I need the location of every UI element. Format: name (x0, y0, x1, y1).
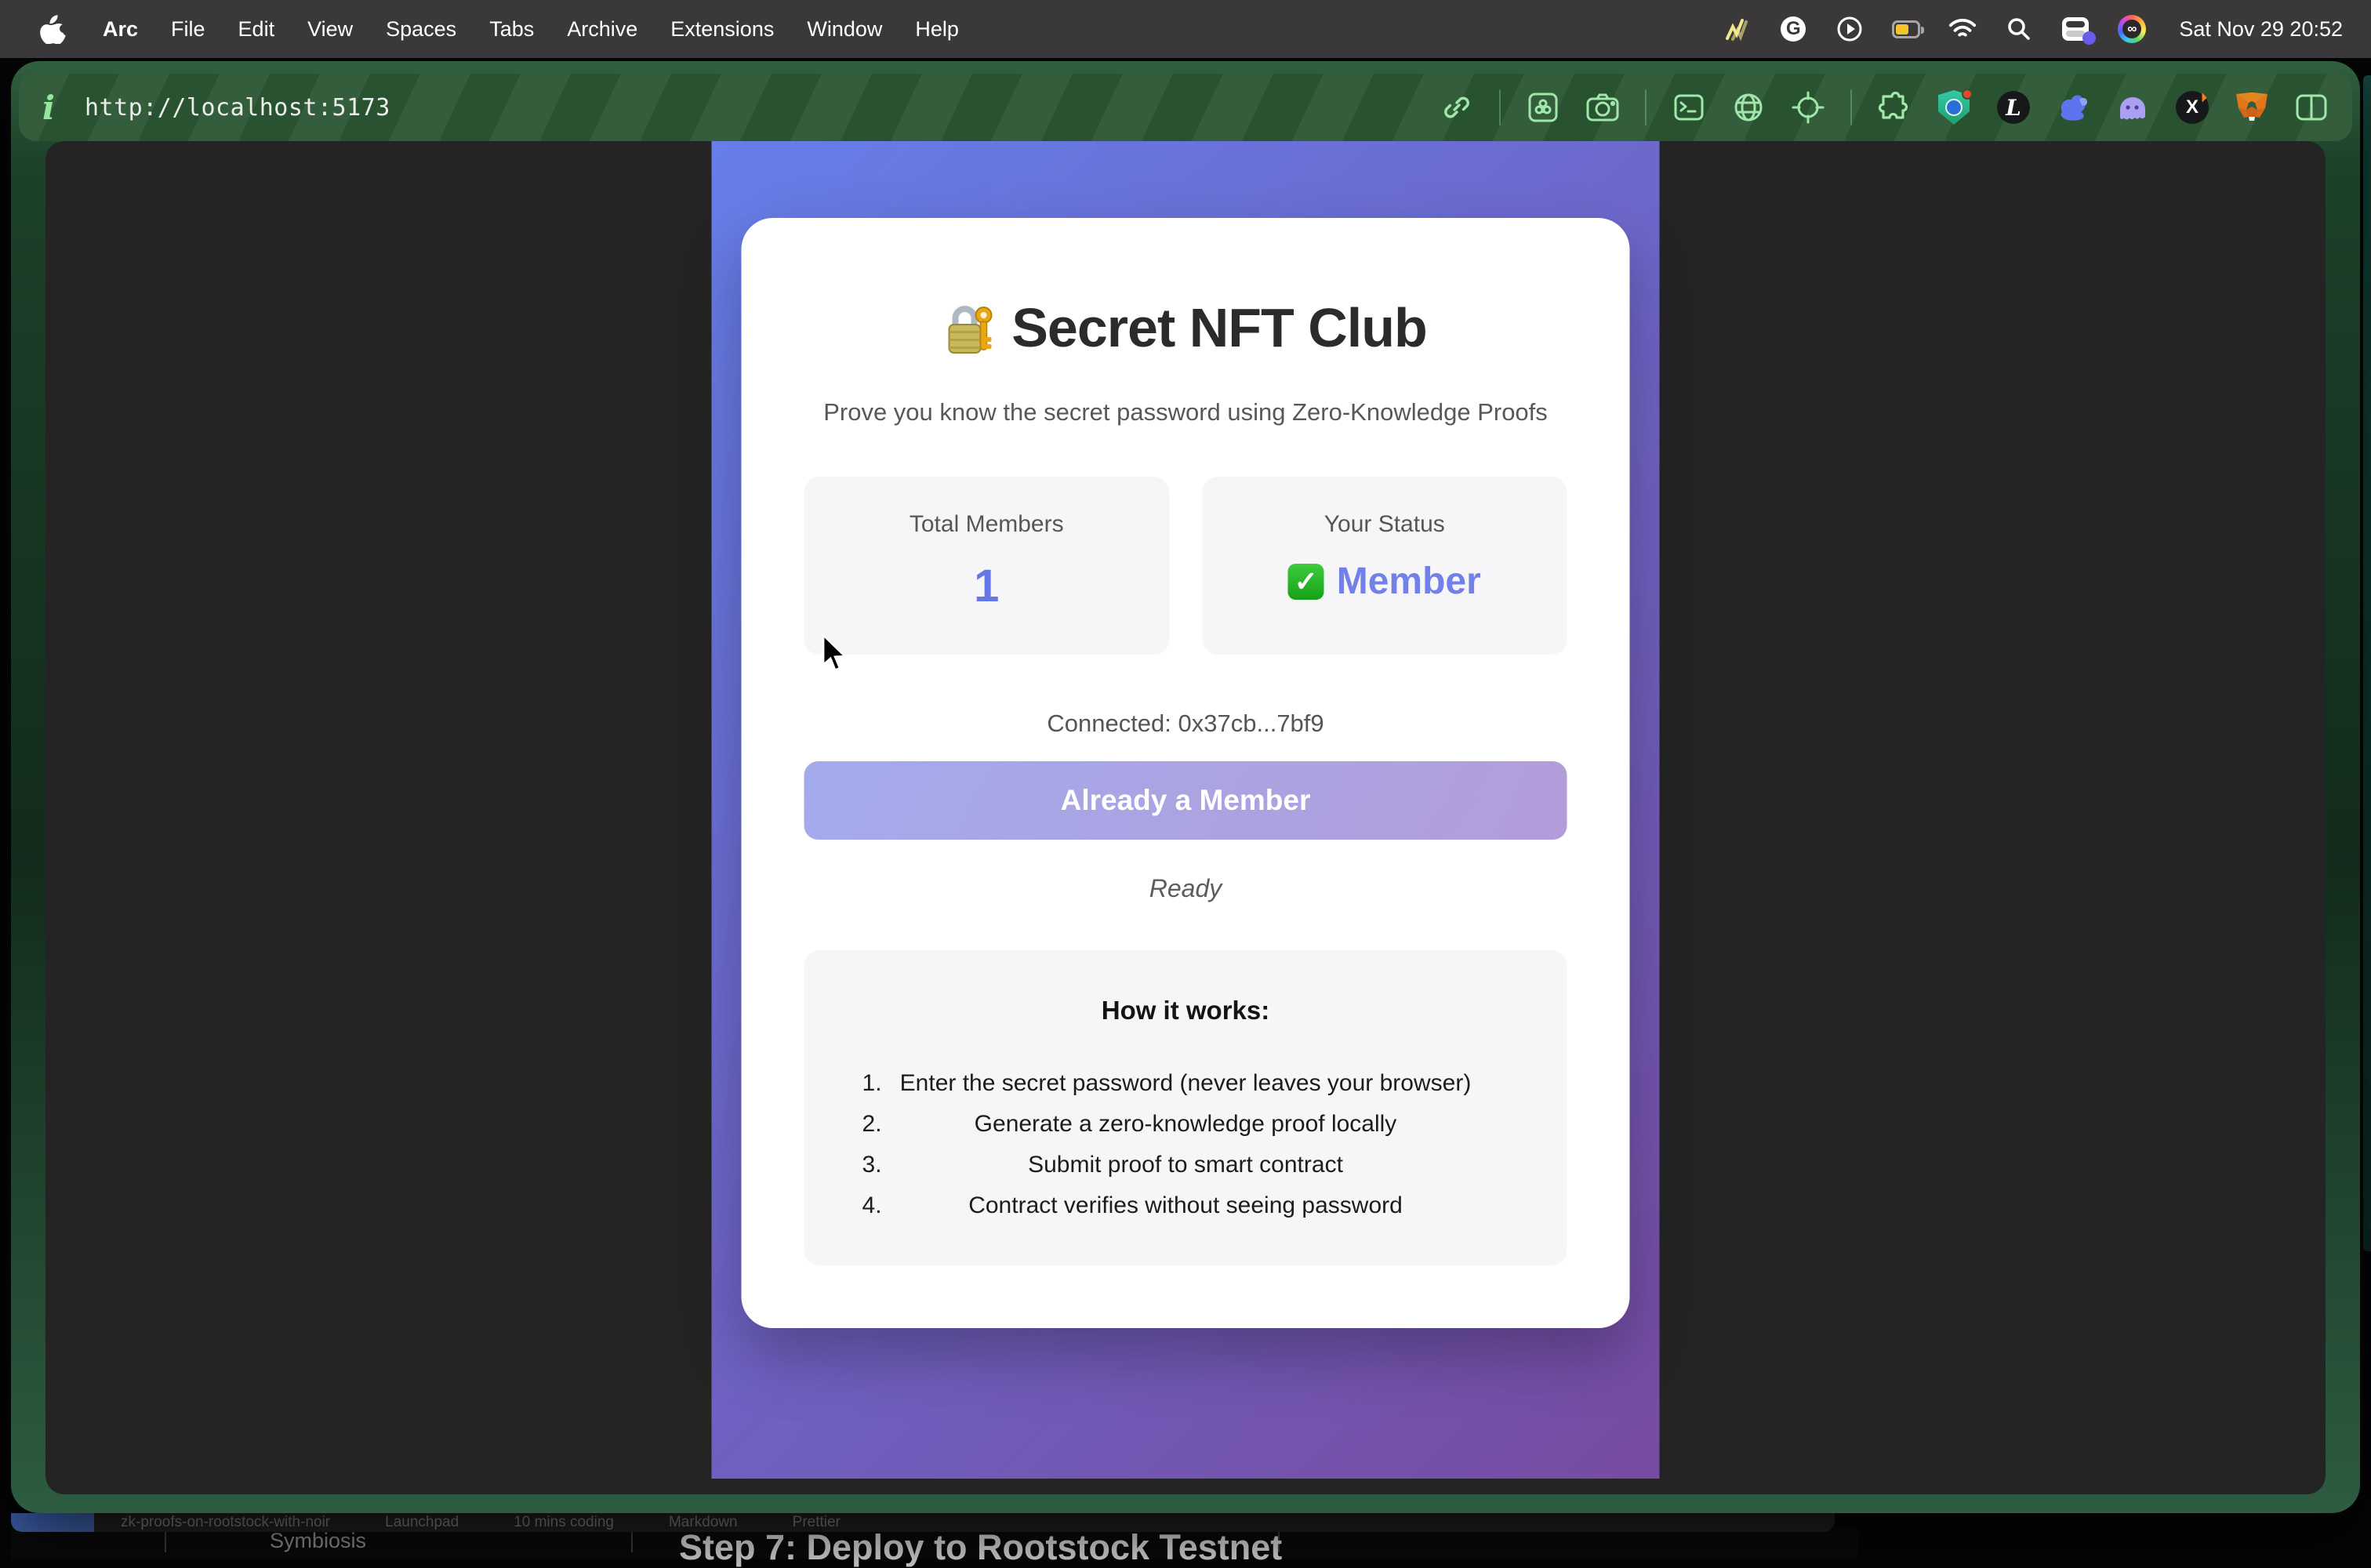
statusbar-item: Markdown (669, 1514, 738, 1531)
background-document-strip: Symbiosis Step 7: Deploy to Rootstock Te… (11, 1527, 1858, 1559)
url-text[interactable]: http://localhost:5173 (85, 94, 390, 122)
browser-toolbar: i http://localhost:5173 (19, 74, 2352, 141)
member-status-value: ✓ Member (1210, 560, 1559, 603)
phantom-wallet-icon[interactable] (2115, 90, 2150, 125)
address-bar[interactable]: i http://localhost:5173 (42, 89, 390, 127)
stocks-chart-icon[interactable] (1723, 15, 1751, 43)
status-text: Ready (804, 874, 1567, 903)
total-members-card: Total Members 1 (804, 477, 1170, 655)
already-member-button[interactable]: Already a Member (804, 761, 1567, 840)
background-editor-statusbar: zk-proofs-on-rootstock-with-noir Launchp… (11, 1513, 1835, 1532)
your-status-card: Your Status ✓ Member (1202, 477, 1567, 655)
menu-item-view[interactable]: View (291, 17, 369, 42)
connected-wallet-address: Connected: 0x37cb...7bf9 (804, 710, 1567, 738)
total-members-value: 1 (812, 560, 1162, 612)
globe-icon[interactable] (1731, 90, 1766, 125)
stat-label: Total Members (812, 511, 1162, 538)
page-subtitle: Prove you know the secret password using… (804, 398, 1567, 426)
split-view-icon[interactable] (2294, 90, 2329, 125)
record-ring-icon[interactable]: ∞ (2118, 15, 2146, 43)
how-step: Contract verifies without seeing passwor… (841, 1185, 1531, 1226)
picture-in-picture-icon[interactable] (1526, 90, 1560, 125)
zk-app-card: Secret NFT Club Prove you know the secre… (742, 218, 1630, 1328)
adblock-shield-icon[interactable] (1937, 90, 1971, 125)
menu-item-edit[interactable]: Edit (222, 17, 292, 42)
menu-item-archive[interactable]: Archive (550, 17, 654, 42)
how-it-works-heading: How it works: (841, 996, 1531, 1025)
wifi-icon[interactable] (1948, 15, 1977, 43)
site-info-icon[interactable]: i (42, 89, 55, 127)
background-window-edge (2363, 75, 2371, 1251)
screenshot-camera-icon[interactable] (1585, 90, 1620, 125)
l-extension-icon[interactable]: L (1996, 90, 2031, 125)
control-center-icon[interactable] (2061, 15, 2090, 43)
git-branch-label: zk-proofs-on-rootstock-with-noir (121, 1514, 330, 1531)
browser-viewport: Secret NFT Club Prove you know the secre… (45, 141, 2326, 1494)
menu-item-tabs[interactable]: Tabs (473, 17, 550, 42)
how-step: Generate a zero-knowledge proof locally (841, 1104, 1531, 1145)
menu-item-window[interactable]: Window (790, 17, 899, 42)
okx-wallet-icon[interactable]: X (2175, 90, 2209, 125)
stats-row: Total Members 1 Your Status ✓ Member (804, 477, 1567, 655)
menu-clock[interactable]: Sat Nov 29 20:52 (2179, 17, 2343, 42)
zk-app-background: Secret NFT Club Prove you know the secre… (712, 141, 1660, 1479)
statusbar-item: Prettier (793, 1514, 841, 1531)
stat-label: Your Status (1210, 511, 1559, 538)
how-it-works-section: How it works: Enter the secret password … (804, 950, 1567, 1265)
extensions-puzzle-icon[interactable] (1877, 90, 1912, 125)
statusbar-item: Launchpad (385, 1514, 459, 1531)
menu-item-help[interactable]: Help (899, 17, 975, 42)
metamask-icon[interactable] (2235, 90, 2269, 125)
member-status-text: Member (1337, 560, 1481, 603)
menu-item-spaces[interactable]: Spaces (369, 17, 473, 42)
mouse-cursor (820, 633, 851, 681)
menu-item-extensions[interactable]: Extensions (654, 17, 790, 42)
menu-item-file[interactable]: File (154, 17, 222, 42)
battery-icon[interactable] (1892, 15, 1920, 43)
arc-browser-window: i http://localhost:5173 (11, 61, 2360, 1513)
document-heading: Step 7: Deploy to Rootstock Testnet (679, 1527, 1282, 1568)
remote-indicator (11, 1513, 94, 1532)
how-it-works-list: Enter the secret password (never leaves … (841, 1063, 1531, 1226)
element-picker-icon[interactable] (1791, 90, 1825, 125)
how-step: Submit proof to smart contract (841, 1145, 1531, 1185)
apple-logo-icon[interactable] (39, 14, 66, 44)
copy-link-icon[interactable] (1440, 90, 1474, 125)
locked-with-key-icon (944, 299, 994, 356)
statusbar-item: 10 mins coding (514, 1514, 614, 1531)
page-title: Secret NFT Club (1011, 296, 1427, 359)
table-cell-text: Symbiosis (270, 1529, 366, 1553)
check-mark-icon: ✓ (1288, 564, 1324, 600)
how-step: Enter the secret password (never leaves … (841, 1063, 1531, 1104)
rabby-wallet-icon[interactable] (2056, 90, 2090, 125)
play-circle-icon[interactable] (1835, 15, 1864, 43)
menu-app-name[interactable]: Arc (86, 17, 154, 42)
menu-bar: Arc File Edit View Spaces Tabs Archive E… (0, 0, 2371, 58)
grammarly-icon[interactable]: G (1779, 15, 1807, 43)
terminal-console-icon[interactable] (1672, 90, 1706, 125)
spotlight-search-icon[interactable] (2005, 15, 2033, 43)
